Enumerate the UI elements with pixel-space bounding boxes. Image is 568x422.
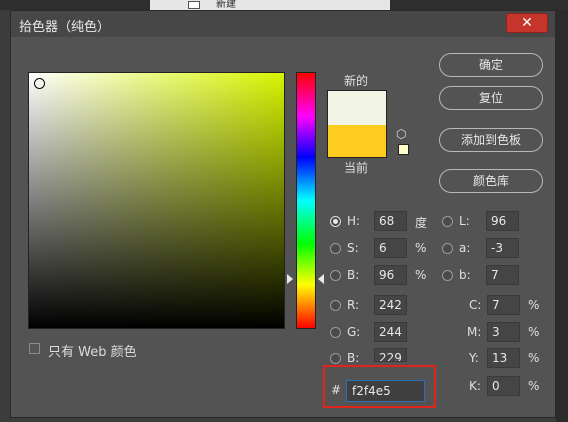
saturation-input[interactable]: 6	[374, 238, 407, 258]
magenta-label: M:	[467, 325, 482, 339]
close-icon: ✕	[521, 15, 533, 31]
background-right-panel	[556, 10, 568, 422]
red-label: R:	[347, 298, 360, 312]
b-channel-label: b:	[459, 268, 471, 282]
green-label: G:	[347, 325, 361, 339]
brightness-unit: %	[415, 268, 427, 282]
lightness-label: L:	[459, 214, 470, 228]
saturation-label: S:	[347, 241, 359, 255]
magenta-input[interactable]: 3	[487, 322, 520, 342]
red-radio[interactable]	[330, 300, 341, 311]
cyan-input[interactable]: 7	[487, 295, 520, 315]
current-color-label: 当前	[344, 161, 369, 175]
black-unit: %	[528, 379, 540, 393]
cyan-label: C:	[469, 298, 482, 312]
background-menu-item: 新建	[150, 0, 390, 10]
green-input[interactable]: 244	[374, 322, 407, 342]
hue-slider-left-arrow-icon[interactable]	[287, 274, 293, 284]
cyan-unit: %	[528, 298, 540, 312]
background-menu-label: 新建	[216, 0, 236, 10]
add-to-swatches-button[interactable]: 添加到色板	[439, 128, 543, 152]
yellow-unit: %	[528, 351, 540, 365]
brightness-input[interactable]: 96	[374, 265, 407, 285]
only-web-colors-label: 只有 Web 颜色	[48, 345, 137, 360]
dialog-title: 拾色器（纯色）	[19, 20, 111, 35]
new-color-label: 新的	[344, 74, 369, 88]
brightness-label: B:	[347, 268, 360, 282]
yellow-label: Y:	[469, 351, 479, 365]
hex-highlight-box	[323, 365, 436, 408]
magenta-unit: %	[528, 325, 540, 339]
new-document-icon	[188, 1, 200, 9]
a-channel-input[interactable]: -3	[486, 238, 519, 258]
saturation-radio[interactable]	[330, 243, 341, 254]
blue-input[interactable]: 229	[374, 348, 407, 362]
hue-radio[interactable]	[330, 216, 341, 227]
field-picker-handle[interactable]	[34, 78, 45, 89]
reset-button[interactable]: 复位	[439, 86, 543, 110]
websafe-color-swatch[interactable]	[398, 144, 409, 155]
ok-button[interactable]: 确定	[439, 53, 543, 77]
color-libraries-button[interactable]: 颜色库	[439, 169, 543, 193]
a-channel-radio[interactable]	[442, 243, 453, 254]
brightness-radio[interactable]	[330, 270, 341, 281]
websafe-cube-icon[interactable]: ⬡	[396, 127, 406, 141]
hue-slider[interactable]	[296, 72, 316, 329]
b-channel-input[interactable]: 7	[486, 265, 519, 285]
only-web-colors-checkbox[interactable]	[29, 343, 40, 354]
black-input[interactable]: 0	[487, 376, 520, 396]
blue-radio[interactable]	[330, 353, 341, 364]
lightness-radio[interactable]	[442, 216, 453, 227]
swatch-frame	[327, 90, 387, 158]
b-channel-radio[interactable]	[442, 270, 453, 281]
yellow-input[interactable]: 13	[487, 348, 520, 368]
hue-input[interactable]: 68	[374, 211, 407, 231]
a-channel-label: a:	[459, 241, 471, 255]
lightness-input[interactable]: 96	[486, 211, 519, 231]
dialog-titlebar: 拾色器（纯色） ✕	[11, 11, 555, 37]
hue-slider-right-arrow-icon[interactable]	[318, 274, 324, 284]
green-radio[interactable]	[330, 327, 341, 338]
close-button[interactable]: ✕	[506, 13, 548, 33]
color-picker-dialog: 拾色器（纯色） ✕ 只有 Web 颜色 新的 当前 ⬡ 确定 复位 添加到色板 …	[10, 10, 556, 418]
hue-unit: 度	[415, 216, 428, 230]
blue-label: B:	[347, 351, 360, 365]
saturation-brightness-field[interactable]	[28, 72, 285, 329]
saturation-unit: %	[415, 241, 427, 255]
hue-label: H:	[347, 214, 361, 228]
black-label: K:	[469, 379, 481, 393]
red-input[interactable]: 242	[374, 295, 407, 315]
